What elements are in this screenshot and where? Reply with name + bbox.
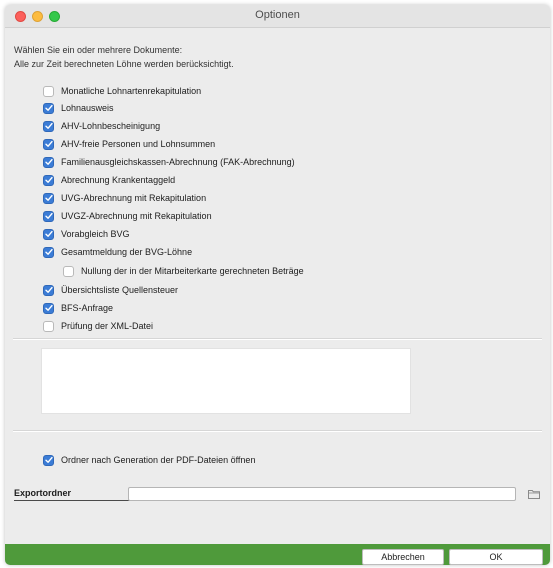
checkbox-row-uvg-statement[interactable]: UVG-Abrechnung mit Rekapitulation: [43, 191, 206, 205]
checkbox-label-xml-check: Prüfung der XML-Datei: [61, 321, 154, 331]
checkbox-label-uvg-statement: UVG-Abrechnung mit Rekapitulation: [61, 193, 207, 203]
options-window: Optionen Wählen Sie ein oder mehrere Dok…: [5, 5, 550, 565]
checkbox-row-xml-check[interactable]: Prüfung der XML-Datei: [43, 319, 153, 333]
separator-bottom: [13, 430, 542, 432]
cancel-button[interactable]: Abbrechen: [362, 549, 444, 565]
checkbox-row-withholding-tax-list[interactable]: Übersichtsliste Quellensteuer: [43, 283, 178, 297]
checkmark-icon: [44, 176, 53, 183]
checkmark-icon: [44, 212, 53, 219]
open-folder-checkbox-row[interactable]: Ordner nach Generation der PDF-Dateien ö…: [43, 453, 255, 467]
checkbox-row-uvgz-statement[interactable]: UVGZ-Abrechnung mit Rekapitulation: [43, 209, 212, 223]
checkbox-bvg-precheck[interactable]: [43, 228, 54, 240]
checkbox-row-sickness-allowance[interactable]: Abrechnung Krankentaggeld: [43, 173, 175, 187]
checkbox-row-bvg-precheck[interactable]: Vorabgleich BVG: [43, 227, 130, 241]
checkbox-nullify-amounts[interactable]: [63, 265, 74, 277]
checkmark-icon: [44, 248, 53, 255]
checkmark-icon: [44, 104, 53, 111]
checkmark-icon: [44, 230, 53, 237]
checkbox-label-monthly-recap: Monatliche Lohnartenrekapitulation: [61, 86, 202, 96]
checkmark-icon: [44, 140, 53, 147]
checkbox-xml-check[interactable]: [43, 320, 54, 332]
checkbox-label-bfs-request: BFS-Anfrage: [61, 303, 114, 313]
notes-area: [41, 348, 411, 414]
folder-icon[interactable]: [528, 489, 540, 499]
window-title: Optionen: [255, 9, 300, 21]
checkbox-label-salary-certificate: Lohnausweis: [61, 103, 114, 113]
checkbox-label-bvg-overall-report: Gesamtmeldung der BVG-Löhne: [61, 247, 193, 257]
export-folder-input[interactable]: [128, 487, 516, 501]
checkbox-ahv-free-persons[interactable]: [43, 138, 54, 150]
intro-note: Alle zur Zeit berechneten Löhne werden b…: [14, 59, 234, 69]
export-label-underline: [14, 500, 130, 501]
checkbox-ahv-certificate[interactable]: [43, 120, 54, 132]
checkbox-label-uvgz-statement: UVGZ-Abrechnung mit Rekapitulation: [61, 211, 212, 221]
footer-bar: Abbrechen OK: [5, 544, 550, 565]
checkbox-row-monthly-recap[interactable]: Monatliche Lohnartenrekapitulation: [43, 84, 201, 98]
checkbox-label-sickness-allowance: Abrechnung Krankentaggeld: [61, 175, 176, 185]
checkbox-label-bvg-precheck: Vorabgleich BVG: [61, 229, 130, 239]
checkbox-bfs-request[interactable]: [43, 302, 54, 314]
checkmark-icon: [44, 304, 53, 311]
open-folder-checkbox[interactable]: [43, 454, 54, 466]
intro-instruction: Wählen Sie ein oder mehrere Dokumente:: [14, 45, 183, 55]
checkbox-bvg-overall-report[interactable]: [43, 246, 54, 258]
checkbox-sickness-allowance[interactable]: [43, 174, 54, 186]
checkbox-row-nullify-amounts[interactable]: Nullung der in der Mitarbeiterkarte gere…: [63, 264, 304, 278]
checkmark-icon: [44, 456, 53, 463]
checkbox-label-ahv-free-persons: AHV-freie Personen und Lohnsummen: [61, 139, 216, 149]
checkbox-label-nullify-amounts: Nullung der in der Mitarbeiterkarte gere…: [81, 266, 304, 276]
checkbox-label-withholding-tax-list: Übersichtsliste Quellensteuer: [61, 285, 179, 295]
checkbox-uvg-statement[interactable]: [43, 192, 54, 204]
checkbox-row-ahv-free-persons[interactable]: AHV-freie Personen und Lohnsummen: [43, 137, 215, 151]
separator-top: [13, 338, 542, 340]
checkbox-row-bfs-request[interactable]: BFS-Anfrage: [43, 301, 113, 315]
open-folder-label: Ordner nach Generation der PDF-Dateien ö…: [61, 455, 256, 465]
checkbox-monthly-recap[interactable]: [43, 85, 54, 97]
checkbox-row-ahv-certificate[interactable]: AHV-Lohnbescheinigung: [43, 119, 160, 133]
checkbox-label-fak-statement: Familienausgleichskassen-Abrechnung (FAK…: [61, 157, 295, 167]
export-folder-label: Exportordner: [14, 488, 72, 498]
checkbox-label-ahv-certificate: AHV-Lohnbescheinigung: [61, 121, 161, 131]
checkbox-salary-certificate[interactable]: [43, 102, 54, 114]
checkmark-icon: [44, 286, 53, 293]
checkmark-icon: [44, 158, 53, 165]
title-bar: Optionen: [5, 5, 550, 28]
checkbox-fak-statement[interactable]: [43, 156, 54, 168]
checkbox-row-fak-statement[interactable]: Familienausgleichskassen-Abrechnung (FAK…: [43, 155, 295, 169]
checkmark-icon: [44, 194, 53, 201]
checkbox-uvgz-statement[interactable]: [43, 210, 54, 222]
checkmark-icon: [44, 122, 53, 129]
checkbox-row-bvg-overall-report[interactable]: Gesamtmeldung der BVG-Löhne: [43, 245, 192, 259]
ok-button[interactable]: OK: [449, 549, 543, 565]
checkbox-row-salary-certificate[interactable]: Lohnausweis: [43, 101, 114, 115]
checkbox-withholding-tax-list[interactable]: [43, 284, 54, 296]
